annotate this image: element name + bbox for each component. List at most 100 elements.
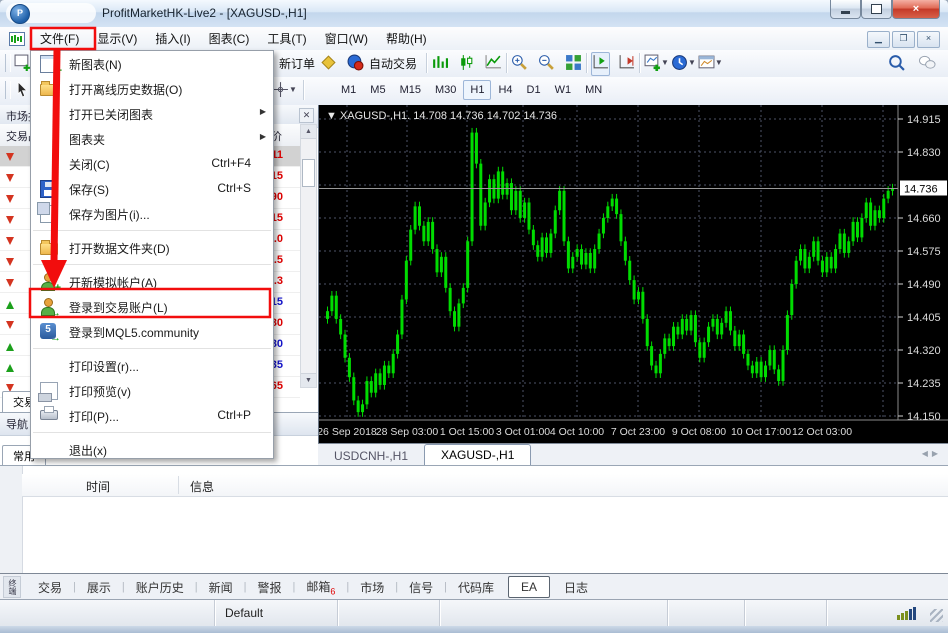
menu-view[interactable]: 显示(V) bbox=[88, 27, 146, 50]
zoom-out-icon[interactable] bbox=[538, 54, 555, 71]
chart-tab-usdcnhh1[interactable]: USDCNH-,H1 bbox=[318, 446, 424, 466]
menu-charts[interactable]: 图表(C) bbox=[200, 27, 259, 50]
printer-icon bbox=[40, 410, 58, 420]
terminal-tabs: 交易|展示|账户历史|新闻|警报|邮箱6|市场|信号|代码库EA日志 bbox=[27, 574, 599, 600]
terminal-tab-警报[interactable]: 警报 bbox=[247, 575, 293, 600]
status-cell-help bbox=[0, 600, 215, 627]
status-profile-cell[interactable]: Default bbox=[215, 600, 338, 627]
mdi-minimize-button[interactable]: ▁ bbox=[867, 31, 890, 48]
minimize-button[interactable] bbox=[830, 0, 861, 19]
terminal-tab-市场[interactable]: 市场 bbox=[349, 575, 395, 600]
file-menu-item-新图表N[interactable]: +新图表(N) bbox=[31, 51, 273, 76]
svg-text:4 Oct 10:00: 4 Oct 10:00 bbox=[550, 426, 604, 438]
status-cell bbox=[668, 600, 745, 627]
timeframe-H1[interactable]: H1 bbox=[463, 80, 491, 100]
scroll-down-icon[interactable]: ▼ bbox=[301, 373, 316, 387]
funnel-icon[interactable] bbox=[320, 54, 337, 71]
file-menu-item-关闭C[interactable]: 关闭(C)Ctrl+F4 bbox=[31, 151, 273, 176]
scrollbar-thumb[interactable] bbox=[302, 159, 315, 187]
templates-dropdown-caret[interactable]: ▼ bbox=[715, 58, 723, 76]
chat-icon[interactable] bbox=[919, 54, 936, 71]
autotrading-button[interactable]: 自动交易 bbox=[364, 52, 422, 74]
scroll-up-icon[interactable]: ▲ bbox=[301, 125, 316, 139]
file-menu-item-登录到交易账户L[interactable]: →登录到交易账户(L) bbox=[31, 294, 273, 319]
file-menu-item-图表夹[interactable]: 图表夹▶ bbox=[31, 126, 273, 151]
search-icon[interactable] bbox=[888, 54, 905, 71]
periods-dropdown-caret[interactable]: ▼ bbox=[688, 58, 696, 76]
chart-tabs-nav-arrows[interactable]: ◀▶ bbox=[922, 449, 942, 458]
toolbar-group-trade: 新订单 自动交易 ▼ ▼ bbox=[274, 50, 725, 76]
terminal-tab-代码库[interactable]: 代码库 bbox=[447, 575, 505, 600]
auto-scroll-icon[interactable] bbox=[618, 54, 635, 71]
indicators-dropdown-caret[interactable]: ▼ bbox=[661, 58, 669, 76]
message-column-header[interactable]: 信息 bbox=[190, 478, 214, 495]
toolbar-grip[interactable] bbox=[5, 54, 11, 72]
menu-separator bbox=[33, 256, 271, 265]
menu-file[interactable]: 文件(F) bbox=[31, 27, 88, 50]
file-menu-item-打印预览v[interactable]: 打印预览(v) bbox=[31, 378, 273, 403]
terminal-tab-新闻[interactable]: 新闻 bbox=[198, 575, 244, 600]
close-button[interactable]: × bbox=[892, 0, 940, 19]
timeframe-W1[interactable]: W1 bbox=[548, 80, 579, 100]
file-menu-item-退出x[interactable]: 退出(x) bbox=[31, 437, 273, 462]
terminal-tab-交易[interactable]: 交易 bbox=[27, 575, 73, 600]
menu-item-label: 开新模拟帐户(A) bbox=[69, 274, 157, 291]
chart-window[interactable]: 14.73614.91514.83014.66014.57514.49014.4… bbox=[318, 105, 948, 443]
file-menu-item-打印设置r[interactable]: 打印设置(r)... bbox=[31, 353, 273, 378]
candlestick-icon[interactable] bbox=[458, 54, 475, 71]
toolbar-grip[interactable] bbox=[5, 81, 11, 99]
timeframe-M30[interactable]: M30 bbox=[428, 80, 463, 100]
timeframe-D1[interactable]: D1 bbox=[520, 80, 548, 100]
candlestick-chart[interactable]: 14.73614.91514.83014.66014.57514.49014.4… bbox=[319, 105, 948, 443]
terminal-tab-日志[interactable]: 日志 bbox=[553, 575, 599, 600]
market-watch-close-icon[interactable]: ✕ bbox=[299, 108, 314, 123]
line-chart-icon[interactable] bbox=[485, 54, 502, 71]
menu-help[interactable]: 帮助(H) bbox=[377, 27, 436, 50]
toolbar-separator bbox=[506, 53, 507, 73]
file-menu-item-打开离线历史数据O[interactable]: →打开离线历史数据(O) bbox=[31, 76, 273, 101]
chart-tab-xagusdh1[interactable]: XAGUSD-,H1 bbox=[424, 444, 531, 466]
menu-tools[interactable]: 工具(T) bbox=[258, 27, 315, 50]
timeframe-H4[interactable]: H4 bbox=[491, 80, 519, 100]
maximize-button[interactable] bbox=[861, 0, 892, 19]
market-watch-scrollbar[interactable]: ▲ ▼ bbox=[300, 124, 317, 388]
terminal-tab-展示[interactable]: 展示 bbox=[76, 575, 122, 600]
cursor-dropdown-caret[interactable]: ▼ bbox=[289, 85, 297, 103]
time-column-header[interactable]: 时间 bbox=[86, 478, 110, 495]
svg-text:26 Sep 2018: 26 Sep 2018 bbox=[319, 426, 377, 438]
timeframe-M15[interactable]: M15 bbox=[393, 80, 428, 100]
timeframe-MN[interactable]: MN bbox=[578, 80, 609, 100]
mdi-restore-button[interactable]: ❐ bbox=[892, 31, 915, 48]
menu-window[interactable]: 窗口(W) bbox=[316, 27, 377, 50]
terminal-tab-ea[interactable]: EA bbox=[508, 576, 550, 598]
menu-item-label: 关闭(C) bbox=[69, 156, 110, 173]
column-divider[interactable] bbox=[178, 476, 179, 494]
zoom-in-icon[interactable] bbox=[511, 54, 528, 71]
tile-windows-icon[interactable] bbox=[565, 54, 582, 71]
file-menu-item-开新模拟帐户A[interactable]: +开新模拟帐户(A) bbox=[31, 269, 273, 294]
timeframe-M1[interactable]: M1 bbox=[334, 80, 363, 100]
maximize-icon bbox=[871, 4, 882, 14]
file-menu-item-保存S[interactable]: 保存(S)Ctrl+S bbox=[31, 176, 273, 201]
mdi-close-button[interactable]: × bbox=[917, 31, 940, 48]
templates-icon[interactable] bbox=[698, 54, 715, 71]
new-order-button[interactable]: 新订单 bbox=[274, 52, 320, 74]
file-menu-item-打开已关闭图表[interactable]: 打开已关闭图表▶ bbox=[31, 101, 273, 126]
indicators-icon[interactable] bbox=[644, 54, 661, 71]
profile-name: Default bbox=[225, 606, 263, 620]
terminal-tab-信号[interactable]: 信号 bbox=[398, 575, 444, 600]
cursor-icon[interactable] bbox=[14, 81, 31, 98]
window-title: ProfitMarketHK-Live2 - [XAGUSD-,H1] bbox=[102, 6, 307, 20]
periods-clock-icon[interactable] bbox=[671, 54, 688, 71]
terminal-tab-账户历史[interactable]: 账户历史 bbox=[125, 575, 195, 600]
crosshair-icon[interactable] bbox=[272, 81, 289, 98]
terminal-tab-邮箱[interactable]: 邮箱6 bbox=[295, 574, 346, 600]
resize-grip[interactable] bbox=[930, 609, 943, 622]
connection-bars-icon bbox=[897, 607, 916, 620]
bar-chart-icon[interactable] bbox=[431, 54, 448, 71]
chart-shift-icon[interactable] bbox=[592, 54, 609, 71]
menu-insert[interactable]: 插入(I) bbox=[146, 27, 199, 50]
autotrading-icon bbox=[347, 54, 364, 71]
timeframe-M5[interactable]: M5 bbox=[363, 80, 392, 100]
new-chart-icon[interactable] bbox=[14, 54, 31, 71]
